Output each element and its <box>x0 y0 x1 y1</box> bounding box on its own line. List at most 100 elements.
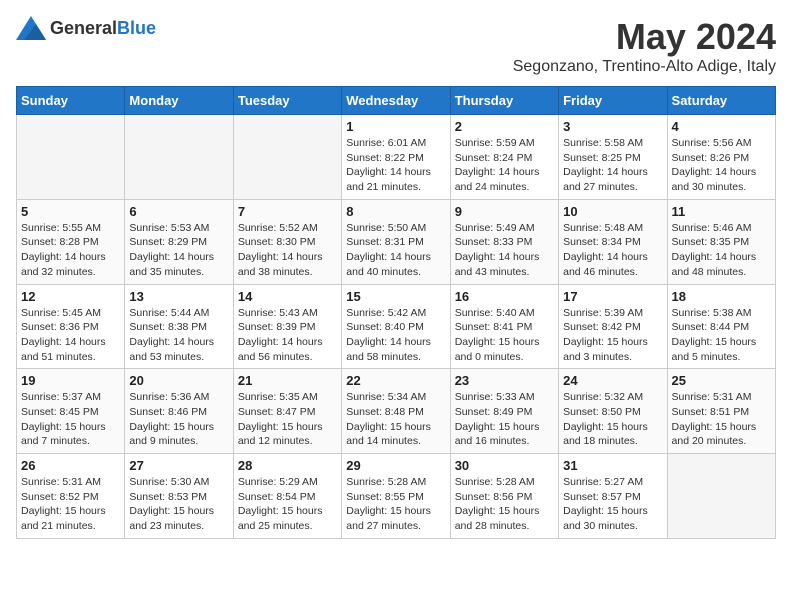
day-number: 12 <box>21 289 120 304</box>
day-info: Sunrise: 5:52 AM Sunset: 8:30 PM Dayligh… <box>238 221 337 280</box>
day-info: Sunrise: 5:31 AM Sunset: 8:52 PM Dayligh… <box>21 475 120 534</box>
day-info: Sunrise: 5:49 AM Sunset: 8:33 PM Dayligh… <box>455 221 554 280</box>
day-info: Sunrise: 5:55 AM Sunset: 8:28 PM Dayligh… <box>21 221 120 280</box>
calendar-cell: 6 Sunrise: 5:53 AM Sunset: 8:29 PM Daylig… <box>125 199 233 284</box>
day-number: 29 <box>346 458 445 473</box>
calendar-cell: 23Sunrise: 5:33 AM Sunset: 8:49 PM Dayli… <box>450 369 558 454</box>
day-number: 17 <box>563 289 662 304</box>
day-number: 24 <box>563 373 662 388</box>
header-friday: Friday <box>559 87 667 115</box>
calendar-cell: 8 Sunrise: 5:50 AM Sunset: 8:31 PM Daylig… <box>342 199 450 284</box>
day-info: Sunrise: 5:40 AM Sunset: 8:41 PM Dayligh… <box>455 306 554 365</box>
header-sunday: Sunday <box>17 87 125 115</box>
day-info: Sunrise: 6:01 AM Sunset: 8:22 PM Dayligh… <box>346 136 445 195</box>
header-saturday: Saturday <box>667 87 775 115</box>
calendar-cell: 19 Sunrise: 5:37 AM Sunset: 8:45 PM Dayli… <box>17 369 125 454</box>
day-number: 22 <box>346 373 445 388</box>
day-number: 14 <box>238 289 337 304</box>
calendar-cell: 11Sunrise: 5:46 AM Sunset: 8:35 PM Dayli… <box>667 199 775 284</box>
calendar-cell <box>125 115 233 200</box>
day-number: 16 <box>455 289 554 304</box>
calendar-week-4: 26Sunrise: 5:31 AM Sunset: 8:52 PM Dayli… <box>17 454 776 539</box>
calendar-cell: 15 Sunrise: 5:42 AM Sunset: 8:40 PM Dayli… <box>342 284 450 369</box>
calendar: Sunday Monday Tuesday Wednesday Thursday… <box>16 86 776 539</box>
day-number: 2 <box>455 119 554 134</box>
day-number: 1 <box>346 119 445 134</box>
day-info: Sunrise: 5:48 AM Sunset: 8:34 PM Dayligh… <box>563 221 662 280</box>
day-info: Sunrise: 5:30 AM Sunset: 8:53 PM Dayligh… <box>129 475 228 534</box>
calendar-cell: 10 Sunrise: 5:48 AM Sunset: 8:34 PM Dayli… <box>559 199 667 284</box>
day-info: Sunrise: 5:34 AM Sunset: 8:48 PM Dayligh… <box>346 390 445 449</box>
calendar-cell: 22 Sunrise: 5:34 AM Sunset: 8:48 PM Dayli… <box>342 369 450 454</box>
day-number: 11 <box>672 204 771 219</box>
calendar-week-1: 5 Sunrise: 5:55 AM Sunset: 8:28 PM Daylig… <box>17 199 776 284</box>
day-info: Sunrise: 5:50 AM Sunset: 8:31 PM Dayligh… <box>346 221 445 280</box>
day-info: Sunrise: 5:42 AM Sunset: 8:40 PM Dayligh… <box>346 306 445 365</box>
day-number: 6 <box>129 204 228 219</box>
calendar-cell: 31 Sunrise: 5:27 AM Sunset: 8:57 PM Dayli… <box>559 454 667 539</box>
day-info: Sunrise: 5:28 AM Sunset: 8:56 PM Dayligh… <box>455 475 554 534</box>
calendar-header-row: Sunday Monday Tuesday Wednesday Thursday… <box>17 87 776 115</box>
day-info: Sunrise: 5:28 AM Sunset: 8:55 PM Dayligh… <box>346 475 445 534</box>
day-info: Sunrise: 5:39 AM Sunset: 8:42 PM Dayligh… <box>563 306 662 365</box>
day-number: 13 <box>129 289 228 304</box>
header-tuesday: Tuesday <box>233 87 341 115</box>
day-number: 19 <box>21 373 120 388</box>
day-info: Sunrise: 5:29 AM Sunset: 8:54 PM Dayligh… <box>238 475 337 534</box>
day-number: 30 <box>455 458 554 473</box>
day-info: Sunrise: 5:43 AM Sunset: 8:39 PM Dayligh… <box>238 306 337 365</box>
logo-icon <box>16 16 46 40</box>
calendar-cell: 9 Sunrise: 5:49 AM Sunset: 8:33 PM Daylig… <box>450 199 558 284</box>
calendar-cell: 14 Sunrise: 5:43 AM Sunset: 8:39 PM Dayli… <box>233 284 341 369</box>
day-number: 9 <box>455 204 554 219</box>
header: GeneralBlue May 2024 Segonzano, Trentino… <box>16 16 776 76</box>
day-info: Sunrise: 5:37 AM Sunset: 8:45 PM Dayligh… <box>21 390 120 449</box>
day-info: Sunrise: 5:58 AM Sunset: 8:25 PM Dayligh… <box>563 136 662 195</box>
calendar-cell <box>233 115 341 200</box>
day-number: 10 <box>563 204 662 219</box>
day-number: 27 <box>129 458 228 473</box>
day-info: Sunrise: 5:56 AM Sunset: 8:26 PM Dayligh… <box>672 136 771 195</box>
header-thursday: Thursday <box>450 87 558 115</box>
logo: GeneralBlue <box>16 16 156 40</box>
calendar-cell: 25 Sunrise: 5:31 AM Sunset: 8:51 PM Dayli… <box>667 369 775 454</box>
day-info: Sunrise: 5:27 AM Sunset: 8:57 PM Dayligh… <box>563 475 662 534</box>
calendar-cell: 18 Sunrise: 5:38 AM Sunset: 8:44 PM Dayli… <box>667 284 775 369</box>
day-info: Sunrise: 5:35 AM Sunset: 8:47 PM Dayligh… <box>238 390 337 449</box>
day-number: 7 <box>238 204 337 219</box>
calendar-cell: 24 Sunrise: 5:32 AM Sunset: 8:50 PM Dayli… <box>559 369 667 454</box>
day-number: 3 <box>563 119 662 134</box>
day-info: Sunrise: 5:31 AM Sunset: 8:51 PM Dayligh… <box>672 390 771 449</box>
calendar-cell: 4Sunrise: 5:56 AM Sunset: 8:26 PM Daylig… <box>667 115 775 200</box>
day-info: Sunrise: 5:36 AM Sunset: 8:46 PM Dayligh… <box>129 390 228 449</box>
day-info: Sunrise: 5:38 AM Sunset: 8:44 PM Dayligh… <box>672 306 771 365</box>
calendar-cell: 1 Sunrise: 6:01 AM Sunset: 8:22 PM Daylig… <box>342 115 450 200</box>
calendar-cell: 30 Sunrise: 5:28 AM Sunset: 8:56 PM Dayli… <box>450 454 558 539</box>
calendar-cell: 16 Sunrise: 5:40 AM Sunset: 8:41 PM Dayli… <box>450 284 558 369</box>
calendar-cell: 28Sunrise: 5:29 AM Sunset: 8:54 PM Dayli… <box>233 454 341 539</box>
calendar-cell: 2Sunrise: 5:59 AM Sunset: 8:24 PM Daylig… <box>450 115 558 200</box>
logo-blue: Blue <box>117 18 156 38</box>
day-number: 23 <box>455 373 554 388</box>
day-number: 15 <box>346 289 445 304</box>
day-info: Sunrise: 5:44 AM Sunset: 8:38 PM Dayligh… <box>129 306 228 365</box>
day-number: 31 <box>563 458 662 473</box>
day-info: Sunrise: 5:32 AM Sunset: 8:50 PM Dayligh… <box>563 390 662 449</box>
calendar-cell: 5 Sunrise: 5:55 AM Sunset: 8:28 PM Daylig… <box>17 199 125 284</box>
calendar-cell: 29 Sunrise: 5:28 AM Sunset: 8:55 PM Dayli… <box>342 454 450 539</box>
day-number: 21 <box>238 373 337 388</box>
day-number: 8 <box>346 204 445 219</box>
calendar-week-0: 1 Sunrise: 6:01 AM Sunset: 8:22 PM Daylig… <box>17 115 776 200</box>
header-monday: Monday <box>125 87 233 115</box>
calendar-cell: 12Sunrise: 5:45 AM Sunset: 8:36 PM Dayli… <box>17 284 125 369</box>
calendar-cell: 13 Sunrise: 5:44 AM Sunset: 8:38 PM Dayli… <box>125 284 233 369</box>
day-number: 25 <box>672 373 771 388</box>
calendar-cell: 21 Sunrise: 5:35 AM Sunset: 8:47 PM Dayli… <box>233 369 341 454</box>
calendar-cell: 20Sunrise: 5:36 AM Sunset: 8:46 PM Dayli… <box>125 369 233 454</box>
calendar-cell <box>667 454 775 539</box>
day-number: 5 <box>21 204 120 219</box>
day-number: 18 <box>672 289 771 304</box>
day-info: Sunrise: 5:53 AM Sunset: 8:29 PM Dayligh… <box>129 221 228 280</box>
logo-general: General <box>50 18 117 38</box>
calendar-cell: 26Sunrise: 5:31 AM Sunset: 8:52 PM Dayli… <box>17 454 125 539</box>
